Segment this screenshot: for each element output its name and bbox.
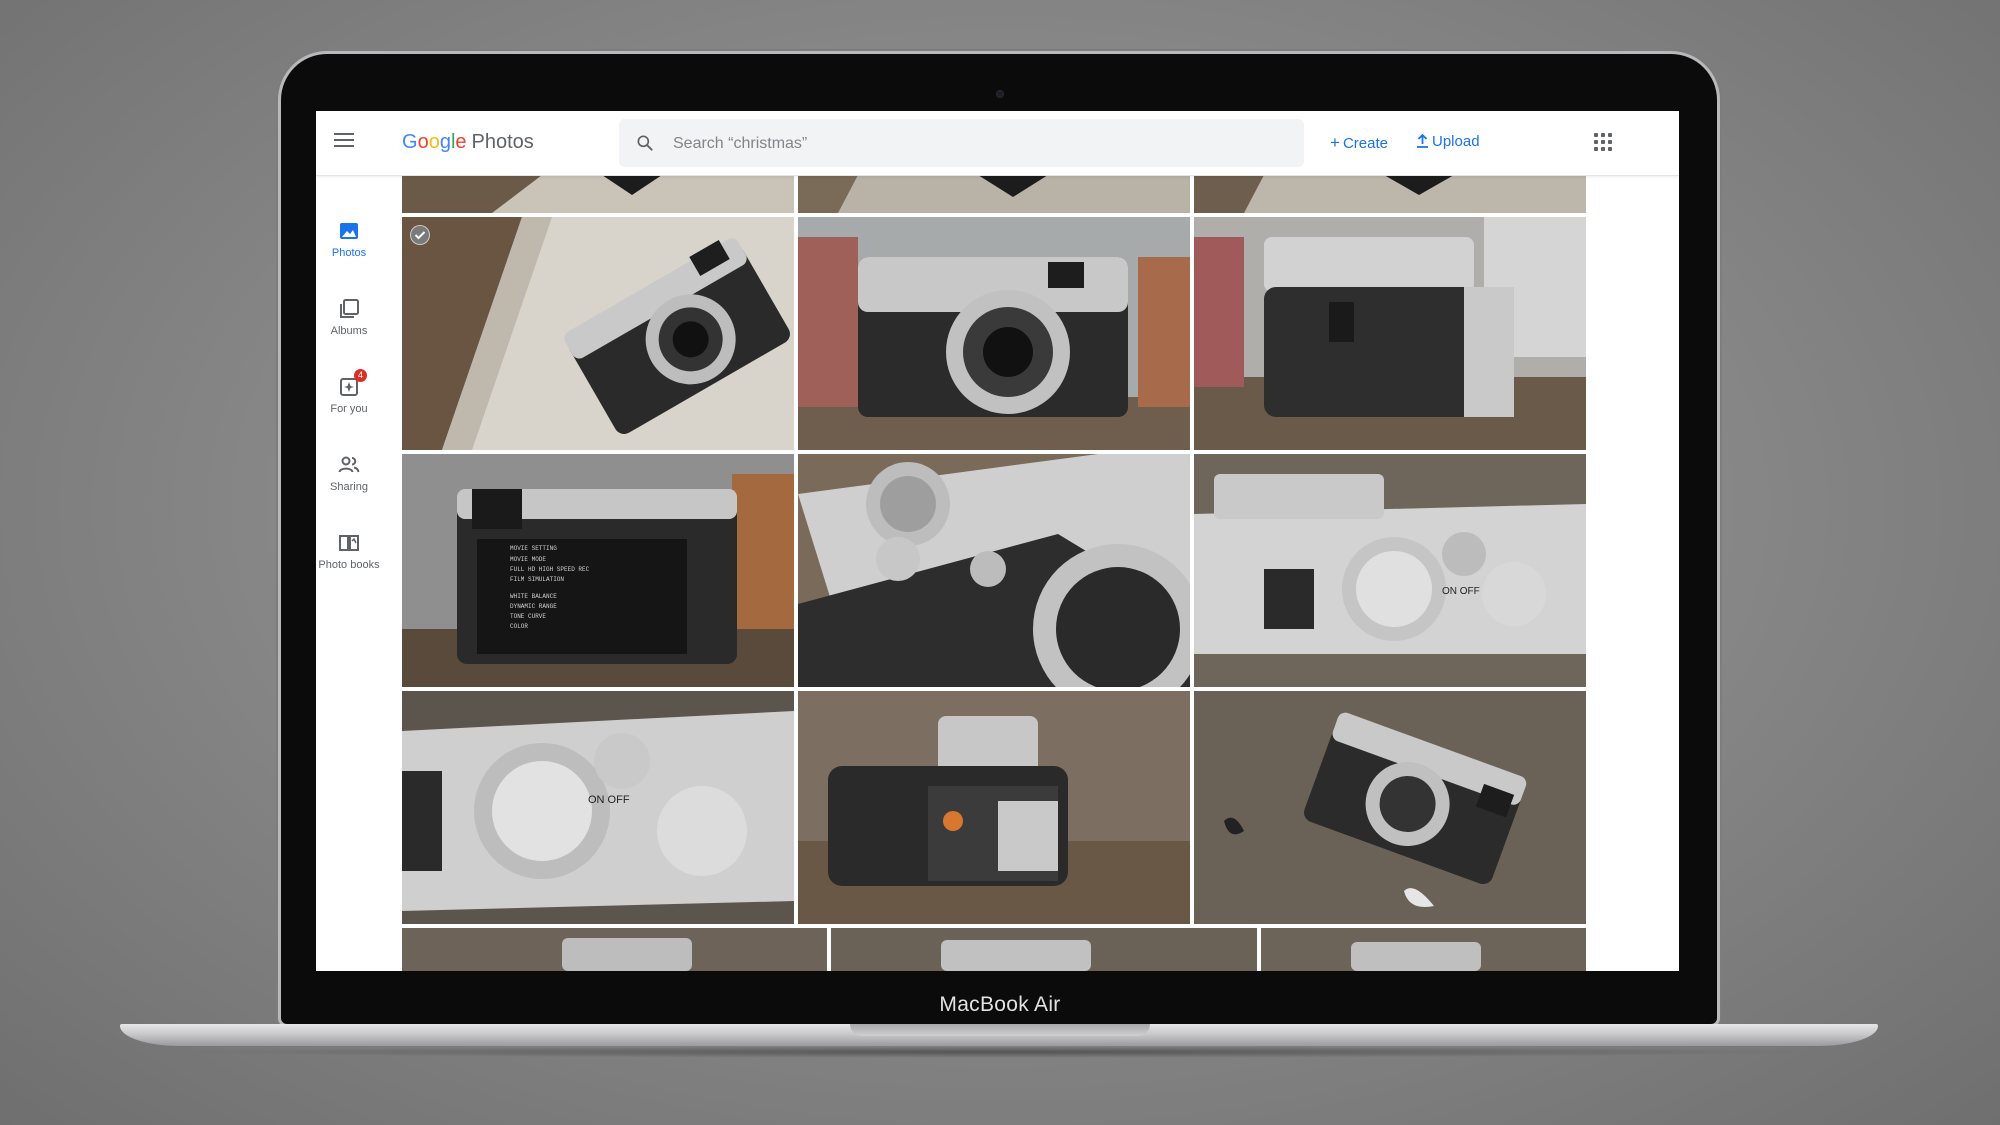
photo-tile[interactable]	[402, 928, 827, 971]
photo-tile[interactable]	[1194, 691, 1586, 924]
lcd-menu-row: MOVIE MODE	[510, 556, 546, 563]
notification-badge: 4	[354, 369, 367, 382]
device-label: MacBook Air	[939, 993, 1061, 1016]
lcd-menu-row: FILM SIMULATION	[510, 576, 564, 583]
photo-tile[interactable]	[402, 175, 794, 213]
photo-thumbnail	[1194, 217, 1586, 450]
laptop-hinge-notch	[850, 1024, 1150, 1036]
lcd-menu-row: COLOR	[510, 623, 528, 630]
photo-thumbnail	[1261, 928, 1586, 971]
search-input[interactable]	[671, 129, 1275, 159]
menu-icon-line	[334, 145, 354, 147]
right-gutter	[1586, 175, 1679, 971]
photo-thumbnail	[1194, 175, 1586, 213]
lcd-menu-row: TONE CURVE	[510, 613, 546, 620]
top-bar: GooglePhotos +Create Upload	[316, 111, 1679, 176]
for-you-icon-wrap: 4	[337, 369, 367, 399]
sidebar-item-label: For you	[330, 403, 368, 415]
webcam	[996, 90, 1004, 98]
menu-icon-line	[334, 139, 354, 141]
sidebar-item-label: Albums	[330, 325, 368, 337]
photo-thumbnail	[1194, 691, 1586, 924]
search-icon[interactable]	[635, 133, 655, 153]
photo-tile[interactable]	[798, 454, 1190, 687]
photo-tile-selected[interactable]	[402, 217, 794, 450]
create-button[interactable]: + Create	[1330, 133, 1388, 153]
sidebar-item-for-you[interactable]: 4 For you	[316, 369, 382, 415]
menu-icon-line	[334, 133, 354, 135]
photo-thumbnail: ON OFF	[1194, 454, 1586, 687]
selection-check-icon[interactable]	[410, 225, 430, 245]
photo-tile[interactable]	[798, 175, 1190, 213]
sidebar-item-photo-books[interactable]: Photo books	[316, 531, 382, 571]
logo-letter: g	[439, 131, 451, 153]
photo-thumbnail	[798, 217, 1190, 450]
photo-thumbnail	[798, 454, 1190, 687]
on-off-label: ON OFF	[588, 794, 630, 806]
photo-tile[interactable]	[798, 217, 1190, 450]
photo-tile[interactable]	[1194, 217, 1586, 450]
lcd-menu-row: FULL HD HIGH SPEED REC	[510, 566, 590, 573]
photo-tile[interactable]: ON OFF	[1194, 454, 1586, 687]
sidebar-nav: Photos Albums 4 For you Sharing Photo bo…	[316, 175, 382, 971]
photo-tile[interactable]	[798, 691, 1190, 924]
sidebar-item-photos[interactable]: Photos	[316, 219, 382, 259]
photo-thumbnail	[402, 217, 794, 450]
search-bar[interactable]	[619, 119, 1304, 167]
main-menu-button[interactable]	[334, 133, 354, 149]
sidebar-item-label: Sharing	[330, 481, 368, 493]
upload-button[interactable]: Upload	[1416, 133, 1480, 150]
plus-icon: +	[1330, 133, 1340, 152]
upload-label: Upload	[1432, 133, 1480, 150]
logo-letter: o	[417, 131, 429, 153]
photo-tile[interactable]	[1261, 928, 1586, 971]
photo-thumbnail: MOVIE SETTING MOVIE MODE FULL HD HIGH SP…	[402, 454, 794, 687]
lcd-menu-row: WHITE BALANCE	[510, 593, 557, 600]
sidebar-item-label: Photo books	[318, 559, 380, 571]
photo-tile[interactable]: ON OFF	[402, 691, 794, 924]
on-off-label: ON OFF	[1442, 586, 1480, 597]
laptop-shadow	[180, 1046, 1820, 1058]
book-icon	[339, 535, 359, 551]
albums-icon	[340, 299, 359, 318]
upload-icon	[1417, 133, 1428, 148]
logo-letter: o	[428, 131, 440, 153]
photo-tile[interactable]	[831, 928, 1257, 971]
photo-tile[interactable]	[1194, 175, 1586, 213]
photo-thumbnail	[798, 175, 1190, 213]
people-icon	[338, 456, 360, 473]
lcd-menu-title: MOVIE SETTING	[510, 545, 557, 552]
sidebar-item-sharing[interactable]: Sharing	[316, 453, 382, 493]
create-label: Create	[1342, 135, 1388, 152]
photo-thumbnail	[798, 691, 1190, 924]
photo-icon	[340, 223, 358, 239]
lcd-menu-row: DYNAMIC RANGE	[510, 603, 557, 610]
photo-grid: MOVIE SETTING MOVIE MODE FULL HD HIGH SP…	[402, 175, 1586, 971]
google-photos-logo[interactable]: Google Photos	[402, 131, 534, 154]
logo-product-name: Photos	[471, 131, 534, 153]
photo-thumbnail	[402, 928, 827, 971]
browser-screen: GooglePhotos +Create Upload	[316, 111, 1679, 971]
photo-thumbnail	[831, 928, 1257, 971]
photo-thumbnail: ON OFF	[402, 691, 794, 924]
photo-thumbnail	[402, 175, 794, 213]
apps-grid-icon[interactable]	[1594, 133, 1612, 151]
logo-letter: G	[402, 131, 418, 153]
sidebar-item-label: Photos	[331, 247, 367, 259]
sidebar-item-albums[interactable]: Albums	[316, 297, 382, 337]
photo-tile[interactable]: MOVIE SETTING MOVIE MODE FULL HD HIGH SP…	[402, 454, 794, 687]
logo-letter: e	[455, 131, 467, 153]
